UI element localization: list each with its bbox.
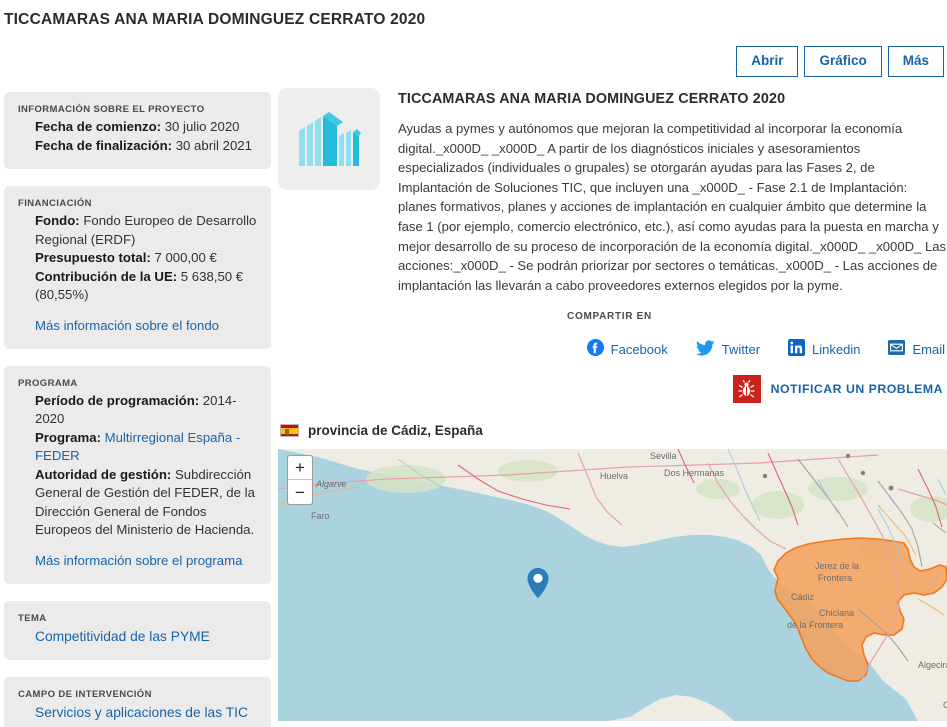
card-financing: FINANCIACIÓN Fondo: Fondo Europeo de Des… — [4, 186, 271, 349]
more-button[interactable]: Más — [888, 46, 944, 77]
share-email-label: Email — [912, 342, 945, 357]
share-facebook-label: Facebook — [611, 342, 668, 357]
card-financing-label: FINANCIACIÓN — [18, 198, 257, 209]
project-thumbnail — [278, 88, 380, 190]
authority-row: Autoridad de gestión: Subdirección Gener… — [35, 466, 257, 540]
twitter-icon — [696, 340, 715, 359]
period-row: Período de programación: 2014-2020 — [35, 392, 257, 429]
main-content: TICCAMARAS ANA MARIA DOMINGUEZ CERRATO 2… — [278, 88, 947, 721]
start-date-key: Fecha de comienzo: — [35, 119, 161, 134]
programme-key: Programa: — [35, 430, 101, 445]
card-intervention: CAMPO DE INTERVENCIÓN Servicios y aplica… — [4, 677, 271, 727]
open-button[interactable]: Abrir — [736, 46, 798, 77]
budget-key: Presupuesto total: — [35, 250, 151, 265]
authority-key: Autoridad de gestión: — [35, 467, 171, 482]
fund-key: Fondo: — [35, 213, 80, 228]
budget-row: Presupuesto total: 7 000,00 € — [35, 249, 257, 268]
card-theme-label: TEMA — [18, 613, 257, 624]
card-programme-body: Período de programación: 2014-2020 Progr… — [18, 392, 257, 570]
project-description: Ayudas a pymes y autónomos que mejoran l… — [398, 119, 947, 295]
report-problem-button[interactable]: NOTIFICAR UN PROBLEMA — [733, 375, 943, 403]
card-theme: TEMA Competitividad de las PYME — [4, 601, 271, 661]
programme-row: Programa: Multirregional España - FEDER — [35, 429, 257, 466]
chart-button[interactable]: Gráfico — [804, 46, 881, 77]
spain-flag-icon — [280, 424, 299, 437]
start-date-value: 30 julio 2020 — [161, 119, 239, 134]
fund-more-info-link[interactable]: Más información sobre el fondo — [35, 318, 219, 333]
email-icon — [888, 340, 905, 358]
buildings-icon — [297, 106, 361, 173]
share-email[interactable]: Email — [888, 340, 945, 358]
zoom-out-button[interactable]: − — [288, 480, 312, 504]
theme-link[interactable]: Competitividad de las PYME — [18, 627, 257, 647]
share-linkedin[interactable]: Linkedin — [788, 339, 860, 359]
map-zoom-controls: + − — [287, 455, 313, 505]
bug-icon — [733, 375, 761, 403]
budget-value: 7 000,00 € — [151, 250, 217, 265]
start-date-row: Fecha de comienzo: 30 julio 2020 — [35, 118, 257, 137]
facebook-icon — [587, 339, 604, 359]
intervention-link[interactable]: Servicios y aplicaciones de las TIC para… — [18, 703, 257, 727]
report-problem-label: NOTIFICAR UN PROBLEMA — [771, 382, 943, 396]
end-date-key: Fecha de finalización: — [35, 138, 172, 153]
page-title: TICCAMARAS ANA MARIA DOMINGUEZ CERRATO 2… — [4, 11, 425, 29]
share-facebook[interactable]: Facebook — [587, 339, 668, 359]
action-bar: Abrir Gráfico Más — [736, 46, 944, 77]
card-intervention-label: CAMPO DE INTERVENCIÓN — [18, 689, 257, 700]
card-programme: PROGRAMA Período de programación: 2014-2… — [4, 366, 271, 584]
period-key: Período de programación: — [35, 393, 199, 408]
card-project-info-body: Fecha de comienzo: 30 julio 2020 Fecha d… — [18, 118, 257, 155]
end-date-row: Fecha de finalización: 30 abril 2021 — [35, 137, 257, 156]
card-project-info-label: INFORMACIÓN SOBRE EL PROYECTO — [18, 104, 257, 115]
zoom-in-button[interactable]: + — [288, 456, 312, 480]
project-text-block: TICCAMARAS ANA MARIA DOMINGUEZ CERRATO 2… — [398, 88, 947, 295]
share-label: COMPARTIR EN — [278, 311, 947, 322]
programme-more-info-link[interactable]: Más información sobre el programa — [35, 553, 242, 568]
map-canvas[interactable]: Sevilla Dos Hermanas Huelva Granada Alga… — [278, 449, 947, 721]
eu-contribution-key: Contribución de la UE: — [35, 269, 177, 284]
card-programme-label: PROGRAMA — [18, 378, 257, 389]
end-date-value: 30 abril 2021 — [172, 138, 252, 153]
fund-row: Fondo: Fondo Europeo de Desarrollo Regio… — [35, 212, 257, 249]
card-project-info: INFORMACIÓN SOBRE EL PROYECTO Fecha de c… — [4, 92, 271, 169]
share-twitter-label: Twitter — [722, 342, 760, 357]
sidebar: INFORMACIÓN SOBRE EL PROYECTO Fecha de c… — [4, 92, 271, 727]
project-detail-page: TICCAMARAS ANA MARIA DOMINGUEZ CERRATO 2… — [0, 0, 947, 727]
share-section: COMPARTIR EN Facebook — [278, 311, 947, 359]
project-header: TICCAMARAS ANA MARIA DOMINGUEZ CERRATO 2… — [278, 88, 947, 295]
report-row: NOTIFICAR UN PROBLEMA — [278, 375, 947, 403]
map-header: provincia de Cádiz, España — [278, 423, 947, 438]
share-linkedin-label: Linkedin — [812, 342, 860, 357]
share-links: Facebook Twitter — [278, 339, 947, 359]
card-financing-body: Fondo: Fondo Europeo de Desarrollo Regio… — [18, 212, 257, 335]
eu-contribution-row: Contribución de la UE: 5 638,50 € (80,55… — [35, 268, 257, 305]
project-title: TICCAMARAS ANA MARIA DOMINGUEZ CERRATO 2… — [398, 91, 947, 107]
map-place-name: provincia de Cádiz, España — [308, 423, 483, 438]
share-twitter[interactable]: Twitter — [696, 340, 760, 359]
linkedin-icon — [788, 339, 805, 359]
